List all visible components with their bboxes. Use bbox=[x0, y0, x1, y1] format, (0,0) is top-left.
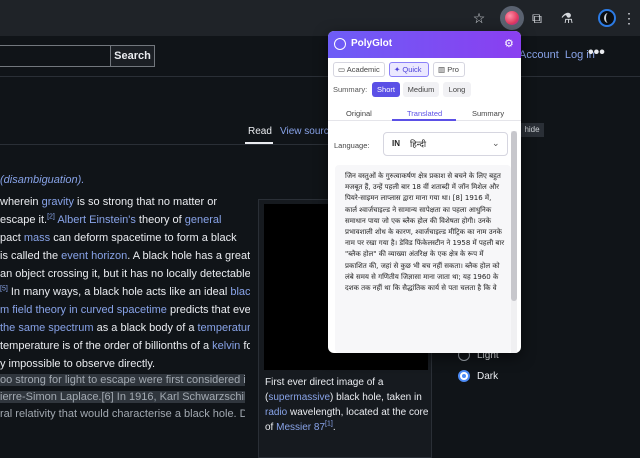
mode-pro-button[interactable]: ▥ Pro bbox=[433, 62, 465, 77]
article-link[interactable]: gravity bbox=[42, 196, 74, 208]
language-select[interactable]: IN हिन्दी ⌄ bbox=[383, 132, 508, 156]
star-icon[interactable]: ☆ bbox=[470, 9, 488, 27]
book-icon: ▭ bbox=[338, 65, 346, 74]
article-text: as a black body of a bbox=[93, 322, 198, 334]
caption-link-supermassive[interactable]: supermassive bbox=[268, 392, 330, 403]
article-text: is so strong that no matter or bbox=[73, 196, 218, 208]
article-line: is called the event horizon. A black hol… bbox=[0, 247, 250, 265]
article-text: In many ways, a black hole acts like an … bbox=[7, 286, 231, 298]
article-link[interactable]: general bbox=[185, 214, 222, 226]
tab-original[interactable]: Original bbox=[346, 109, 372, 118]
article-link[interactable]: temperature bbox=[198, 322, 251, 334]
length-long-button[interactable]: Long bbox=[443, 82, 471, 97]
user-links: Account Log in bbox=[519, 49, 595, 61]
article-line: temperature is of the order of billionth… bbox=[0, 337, 250, 355]
article-line: escape it.[2] Albert Einstein's theory o… bbox=[0, 211, 250, 229]
article-text: oo strong for light to escape were first… bbox=[0, 374, 245, 386]
tab-view-source[interactable]: View source bbox=[280, 126, 334, 137]
tab-read[interactable]: Read bbox=[248, 126, 272, 137]
article-line: m field theory in curved spacetime predi… bbox=[0, 301, 250, 319]
article-paragraph: wherein gravity is so strong that no mat… bbox=[0, 193, 250, 373]
article-link[interactable]: event horizon bbox=[61, 250, 127, 262]
hide-button[interactable]: hide bbox=[520, 123, 544, 137]
search-input[interactable] bbox=[0, 45, 110, 67]
article-text: pact bbox=[0, 232, 24, 244]
divider bbox=[0, 144, 330, 145]
article-text: y impossible to observe directly. bbox=[0, 358, 156, 370]
theme-dark-label: Dark bbox=[477, 371, 499, 382]
search-button[interactable]: Search bbox=[110, 45, 155, 67]
tab-translated-underline bbox=[392, 119, 456, 121]
article-text: an object crossing it, but it has no loc… bbox=[0, 268, 250, 280]
article-text: can deform spacetime to form a black bbox=[50, 232, 237, 244]
translation-output: जिन वस्तुओं के गुरुत्वाकर्षण क्षेत्र प्र… bbox=[335, 165, 511, 353]
article-paragraph-history: oo strong for light to escape were first… bbox=[0, 372, 245, 423]
polyglot-popup: PolyGlot ⚙ ▭ Academic ✦ Quick ▥ Pro Summ… bbox=[328, 31, 521, 353]
article-link[interactable]: mass bbox=[24, 232, 50, 244]
disambiguation-link[interactable]: (disambiguation). bbox=[0, 174, 84, 186]
language-code: IN bbox=[392, 139, 400, 148]
article-line: oo strong for light to escape were first… bbox=[0, 372, 245, 389]
article-text: ierre-Simon Laplace.[6] In 1916, Karl Sc… bbox=[0, 391, 245, 403]
article-text: predicts that event bbox=[169, 304, 250, 316]
account-link[interactable]: Account bbox=[519, 49, 559, 61]
figure-caption: First ever direct image of a (supermassi… bbox=[265, 377, 429, 433]
article-link[interactable]: the same spectrum bbox=[0, 322, 94, 334]
caption-link-radio[interactable]: radio bbox=[265, 407, 287, 418]
summary-length-label: Summary: bbox=[333, 85, 368, 94]
popup-header: PolyGlot ⚙ bbox=[328, 31, 521, 58]
popup-title: PolyGlot bbox=[351, 38, 393, 49]
article-text: is called the bbox=[0, 250, 62, 262]
polyglot-logo-icon bbox=[334, 38, 346, 50]
language-name: हिन्दी bbox=[410, 139, 427, 149]
article-link[interactable]: kelvin bbox=[212, 340, 240, 352]
article-text: ral relativity that would characterise a… bbox=[0, 408, 245, 420]
theme-dark-radio[interactable] bbox=[458, 370, 470, 382]
article-text: temperature is of the order of billionth… bbox=[0, 340, 213, 352]
reference-link[interactable]: [5] bbox=[0, 285, 8, 292]
settings-gear-icon[interactable]: ⚙ bbox=[504, 37, 514, 50]
translated-text: जिन वस्तुओं के गुरुत्वाकर्षण क्षेत्र प्र… bbox=[345, 172, 505, 293]
article-text: escape it. bbox=[0, 214, 48, 226]
flask-icon[interactable]: ⚗ bbox=[558, 9, 576, 27]
columns-icon: ▥ bbox=[438, 65, 446, 74]
article-line: an object crossing it, but it has no loc… bbox=[0, 265, 250, 283]
length-short-button[interactable]: Short bbox=[372, 82, 400, 97]
article-link[interactable]: black bbox=[230, 286, 250, 298]
wikipedia-page: Search Account Log in ••• Read View sour… bbox=[0, 36, 640, 458]
chevron-down-icon: ⌄ bbox=[492, 138, 500, 148]
more-icon[interactable]: ⋮ bbox=[620, 9, 638, 27]
article-line: the same spectrum as a black body of a t… bbox=[0, 319, 250, 337]
reference-link[interactable]: [2] bbox=[47, 213, 55, 220]
article-text: for bbox=[243, 340, 250, 352]
article-text: theory of bbox=[135, 214, 185, 226]
article-link[interactable]: m field theory in curved spacetime bbox=[0, 304, 167, 316]
article-line: y impossible to observe directly. bbox=[0, 355, 250, 373]
article-text: wherein bbox=[0, 196, 42, 208]
article-line: ral relativity that would characterise a… bbox=[0, 406, 245, 423]
article-link[interactable]: Albert Einstein's bbox=[57, 214, 136, 226]
tab-summary[interactable]: Summary bbox=[472, 109, 504, 118]
mode-quick-button[interactable]: ✦ Quick bbox=[389, 62, 429, 77]
more-menu-icon[interactable]: ••• bbox=[588, 44, 605, 62]
length-medium-button[interactable]: Medium bbox=[403, 82, 439, 97]
puzzle-extensions-icon[interactable]: ⧉ bbox=[528, 9, 546, 27]
sparkle-icon: ✦ bbox=[394, 65, 401, 74]
profile-icon[interactable] bbox=[598, 9, 616, 27]
divider bbox=[0, 76, 640, 77]
language-label: Language: bbox=[334, 141, 370, 150]
caption-link-messier-87[interactable]: Messier 87 bbox=[276, 422, 325, 433]
polyglot-extension-icon[interactable] bbox=[500, 6, 524, 30]
article-line: ierre-Simon Laplace.[6] In 1916, Karl Sc… bbox=[0, 389, 245, 406]
tab-translated[interactable]: Translated bbox=[407, 109, 442, 118]
article-line: wherein gravity is so strong that no mat… bbox=[0, 193, 250, 211]
article-text: . A black hole has a great bbox=[127, 250, 250, 262]
article-line: [5] In many ways, a black hole acts like… bbox=[0, 283, 250, 301]
popup-scrollbar-thumb[interactable] bbox=[511, 131, 517, 301]
browser-toolbar: ☆ ⧉ ⚗ ⋮ bbox=[0, 0, 640, 36]
article-line: pact mass can deform spacetime to form a… bbox=[0, 229, 250, 247]
mode-academic-button[interactable]: ▭ Academic bbox=[333, 62, 385, 77]
